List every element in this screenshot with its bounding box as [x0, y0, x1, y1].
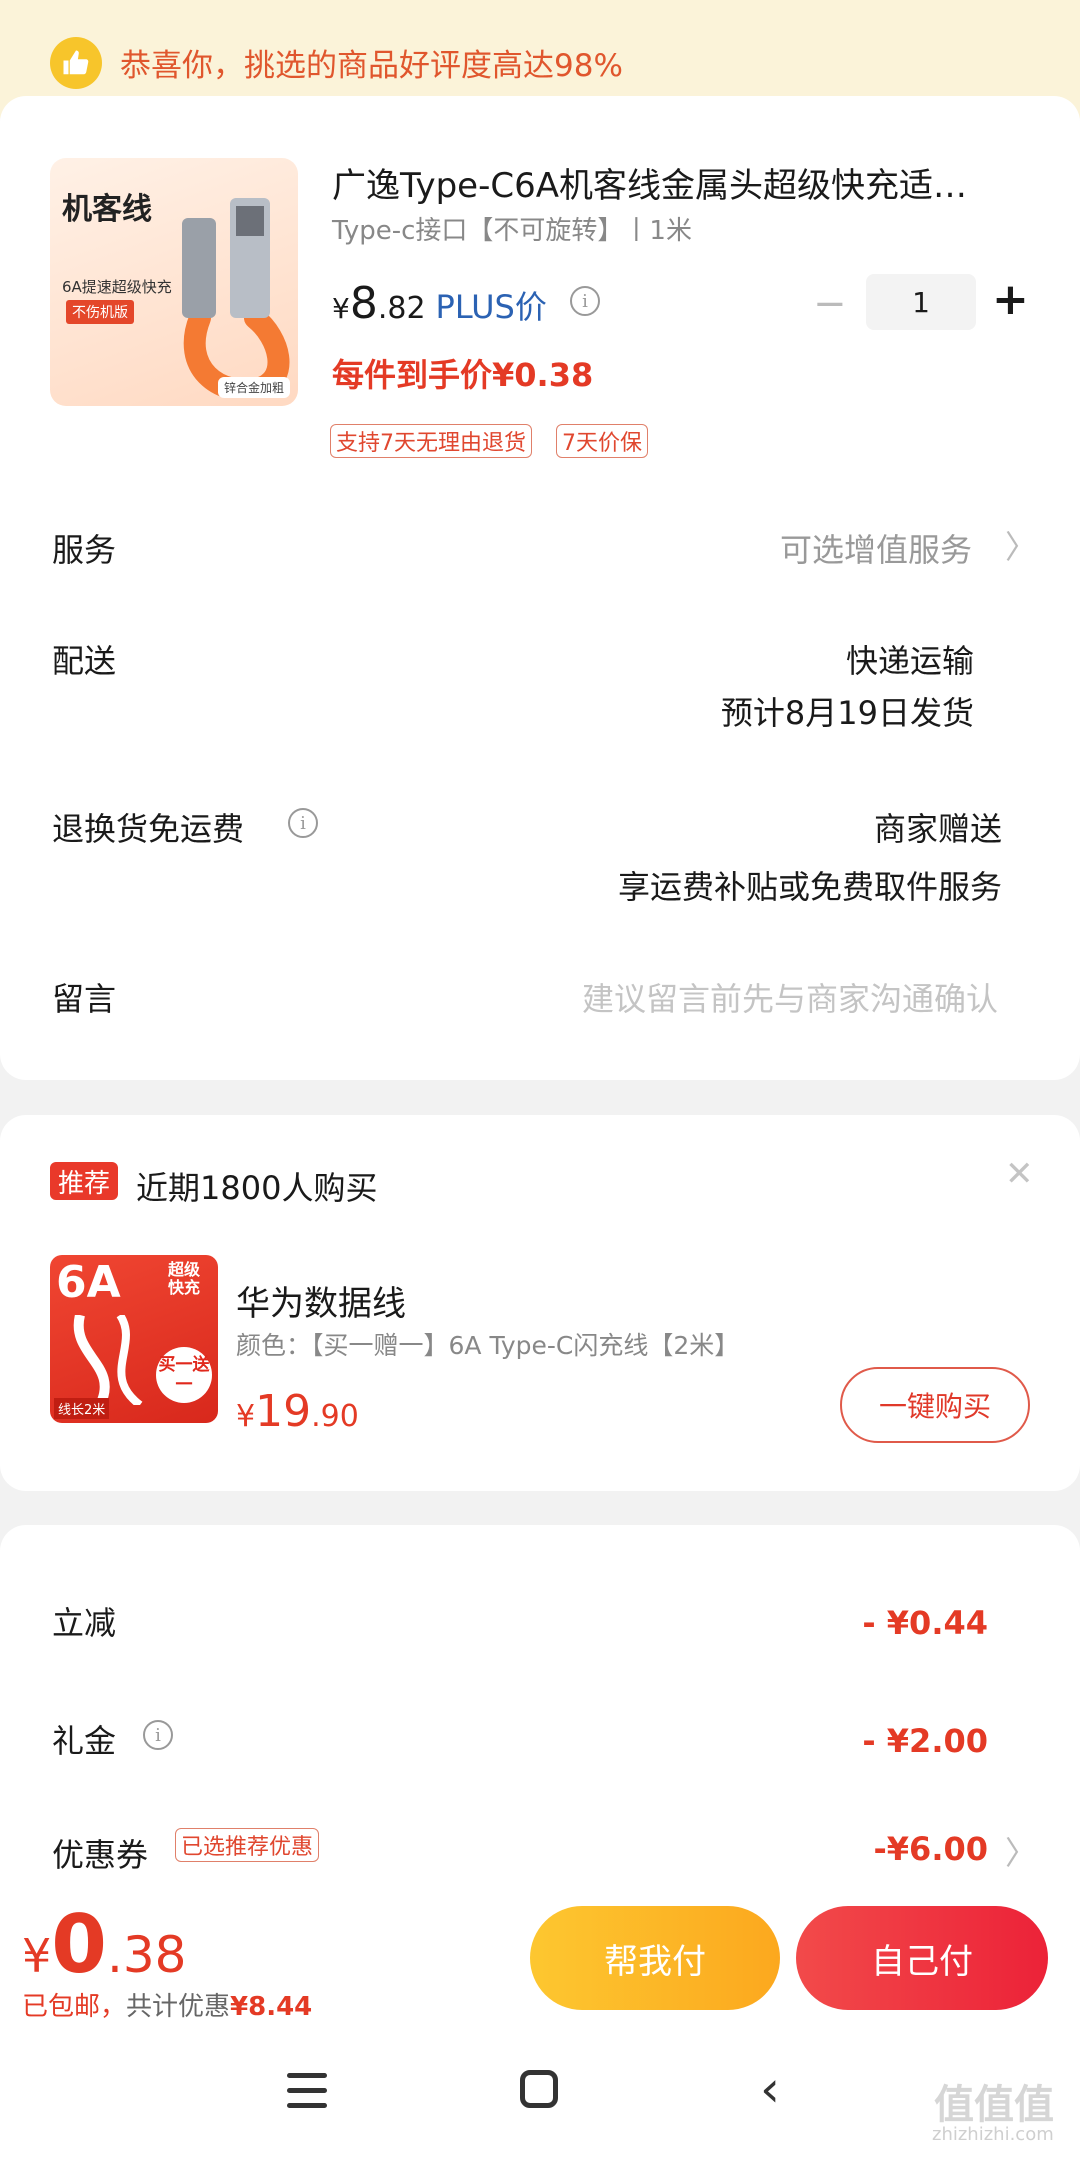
banner-text: 恭喜你，挑选的商品好评度高达98% — [120, 48, 623, 84]
product-thumbnail[interactable]: 机客线 6A提速超级快充 不伤机版 锌合金加粗 — [50, 158, 298, 406]
chevron-right-icon[interactable]: 〉 — [1005, 1828, 1037, 1874]
quantity-decrease-button[interactable]: − — [813, 284, 847, 324]
saved-label: 共计优惠 — [126, 1992, 231, 2022]
service-value[interactable]: 可选增值服务 — [780, 525, 972, 571]
coupon-label: 优惠券 — [52, 1836, 149, 1874]
return-shipping-value: 商家赠送 — [873, 810, 1002, 848]
total-price: ¥ 0 .38 — [22, 1898, 186, 1991]
cable-illustration — [182, 198, 290, 398]
price-decimal: .82 — [377, 291, 426, 326]
price-protect-tag: 7天价保 — [556, 424, 648, 458]
quantity-input[interactable]: 1 — [866, 274, 976, 330]
saved-value: ¥8.44 — [230, 1992, 313, 2022]
one-click-buy-button[interactable]: 一键购买 — [840, 1367, 1030, 1443]
thumb-corner-label: 锌合金加粗 — [217, 377, 290, 398]
rec-price-integer: 19 — [255, 1386, 312, 1437]
chevron-right-icon[interactable]: 〉 — [1005, 522, 1037, 568]
recommend-price: ¥ 19 .90 — [236, 1386, 359, 1437]
price-integer: 8 — [349, 278, 378, 329]
rec-price-decimal: .90 — [311, 1399, 359, 1434]
coupon-value[interactable]: -¥6.00 — [874, 1830, 989, 1868]
return-shipping-desc: 享运费补贴或免费取件服务 — [617, 868, 1002, 906]
instant-discount-value: - ¥0.44 — [862, 1604, 988, 1642]
instant-discount-label: 立减 — [52, 1604, 117, 1642]
quantity-increase-button[interactable]: + — [992, 278, 1029, 322]
back-icon[interactable]: ‹ — [760, 2064, 780, 2114]
thumb-title: 机客线 — [62, 192, 152, 227]
cable-illustration — [73, 1315, 143, 1405]
rec-thumb-side: 超级快充 — [168, 1260, 201, 1297]
product-title[interactable]: 广逸Type-C6A机客线金属头超级快充适… — [332, 158, 1012, 207]
message-input[interactable]: 建议留言前先与商家沟通确认 — [582, 974, 998, 1020]
close-icon[interactable]: ✕ — [1005, 1154, 1034, 1194]
total-summary: 已包邮，共计优惠¥8.44 — [22, 1986, 312, 2023]
product-price: ¥ 8 .82 PLUS价 — [332, 278, 547, 329]
recommend-product-spec: 颜色：【买一赠一】6A Type-C闪充线【2米】 — [236, 1331, 740, 1360]
total-integer: 0 — [51, 1898, 107, 1991]
home-icon[interactable] — [520, 2070, 558, 2108]
gift-money-label: 礼金 — [52, 1722, 117, 1760]
recommend-badge: 推荐 — [50, 1162, 119, 1200]
thumb-subtitle: 6A提速超级快充 — [62, 278, 172, 296]
rec-thumb-big: 6A — [56, 1257, 121, 1308]
coupon-recommended-tag: 已选推荐优惠 — [175, 1828, 320, 1862]
return-shipping-label: 退换货免运费 — [52, 810, 245, 848]
plus-price-label: PLUS价 — [435, 288, 547, 326]
watermark-logo: 值值值 — [934, 2082, 1054, 2128]
shipping-eta: 预计8月19日发货 — [720, 694, 974, 732]
rec-thumb-bottom: 线长2米 — [54, 1398, 110, 1419]
gift-money-value: - ¥2.00 — [862, 1722, 988, 1760]
final-unit-price: 每件到手价¥0.38 — [332, 356, 594, 394]
message-label: 留言 — [52, 980, 117, 1018]
product-spec[interactable]: Type-c接口【不可旋转】丨1米 — [332, 210, 692, 247]
recommend-thumbnail[interactable]: 6A 超级快充 买一送一 线长2米 — [50, 1255, 218, 1423]
recommend-product-name[interactable]: 华为数据线 — [236, 1276, 406, 1325]
rec-price-currency: ¥ — [236, 1399, 256, 1434]
info-icon[interactable]: i — [570, 286, 600, 316]
help-me-pay-button[interactable]: 帮我付 — [530, 1906, 780, 2010]
info-icon[interactable]: i — [143, 1720, 173, 1750]
info-icon[interactable]: i — [288, 808, 318, 838]
pay-myself-button[interactable]: 自己付 — [796, 1906, 1048, 2010]
total-currency: ¥ — [22, 1929, 52, 1983]
thumb-tag: 不伤机版 — [66, 300, 134, 324]
thumbs-up-icon — [50, 37, 102, 89]
watermark-url: zhizhizhi.com — [932, 2124, 1054, 2145]
free-shipping-text: 已包邮， — [22, 1992, 127, 2022]
recommend-title: 近期1800人购买 — [136, 1169, 378, 1207]
shipping-label: 配送 — [52, 642, 117, 680]
total-decimal: .38 — [106, 1926, 187, 1984]
service-label: 服务 — [52, 531, 117, 569]
price-currency: ¥ — [332, 292, 350, 325]
menu-icon[interactable] — [287, 2073, 327, 2118]
shipping-method[interactable]: 快递运输 — [846, 636, 974, 682]
return-policy-tag: 支持7天无理由退货 — [330, 424, 532, 458]
rec-thumb-circle: 买一送一 — [156, 1347, 212, 1403]
